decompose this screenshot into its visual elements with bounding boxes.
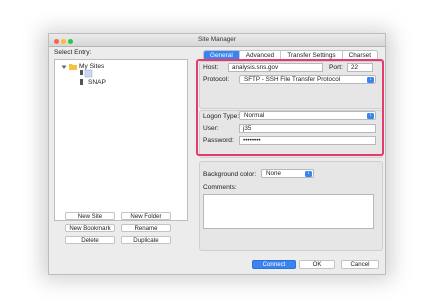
comments-field[interactable] bbox=[203, 194, 374, 229]
traffic-lights bbox=[54, 37, 75, 49]
background-color-label: Background color: bbox=[203, 171, 257, 178]
window-title: Site Manager bbox=[197, 36, 236, 43]
new-folder-button[interactable]: New Folder bbox=[121, 212, 171, 220]
zoom-window-icon[interactable] bbox=[68, 39, 73, 44]
title-bar: Site Manager bbox=[49, 34, 385, 47]
highlight-box bbox=[196, 59, 384, 156]
site-icon bbox=[79, 79, 84, 88]
disclosure-triangle-icon[interactable] bbox=[61, 64, 67, 72]
new-bookmark-button[interactable]: New Bookmark bbox=[65, 224, 115, 232]
site-icon bbox=[79, 69, 93, 78]
background-color-select[interactable]: None ↕ bbox=[261, 169, 314, 178]
chevron-down-icon: ↕ bbox=[305, 170, 312, 177]
comments-label: Comments: bbox=[203, 184, 237, 191]
rename-button[interactable]: Rename bbox=[121, 224, 171, 232]
background-color-value: None bbox=[266, 170, 282, 177]
close-window-icon[interactable] bbox=[54, 39, 59, 44]
delete-button[interactable]: Delete bbox=[65, 236, 115, 244]
new-site-button[interactable]: New Site bbox=[65, 212, 115, 220]
duplicate-button[interactable]: Duplicate bbox=[121, 236, 171, 244]
site-manager-window: Site Manager Select Entry: My Sites SNAP… bbox=[48, 33, 386, 275]
tree-item-snap[interactable]: SNAP bbox=[88, 79, 106, 86]
cancel-button[interactable]: Cancel bbox=[341, 260, 379, 269]
site-tree[interactable]: My Sites SNAP bbox=[54, 59, 188, 221]
minimize-window-icon[interactable] bbox=[61, 39, 66, 44]
ok-button[interactable]: OK bbox=[299, 260, 335, 269]
connect-button[interactable]: Connect bbox=[252, 260, 296, 269]
select-entry-label: Select Entry: bbox=[54, 49, 92, 56]
folder-icon bbox=[69, 63, 77, 72]
